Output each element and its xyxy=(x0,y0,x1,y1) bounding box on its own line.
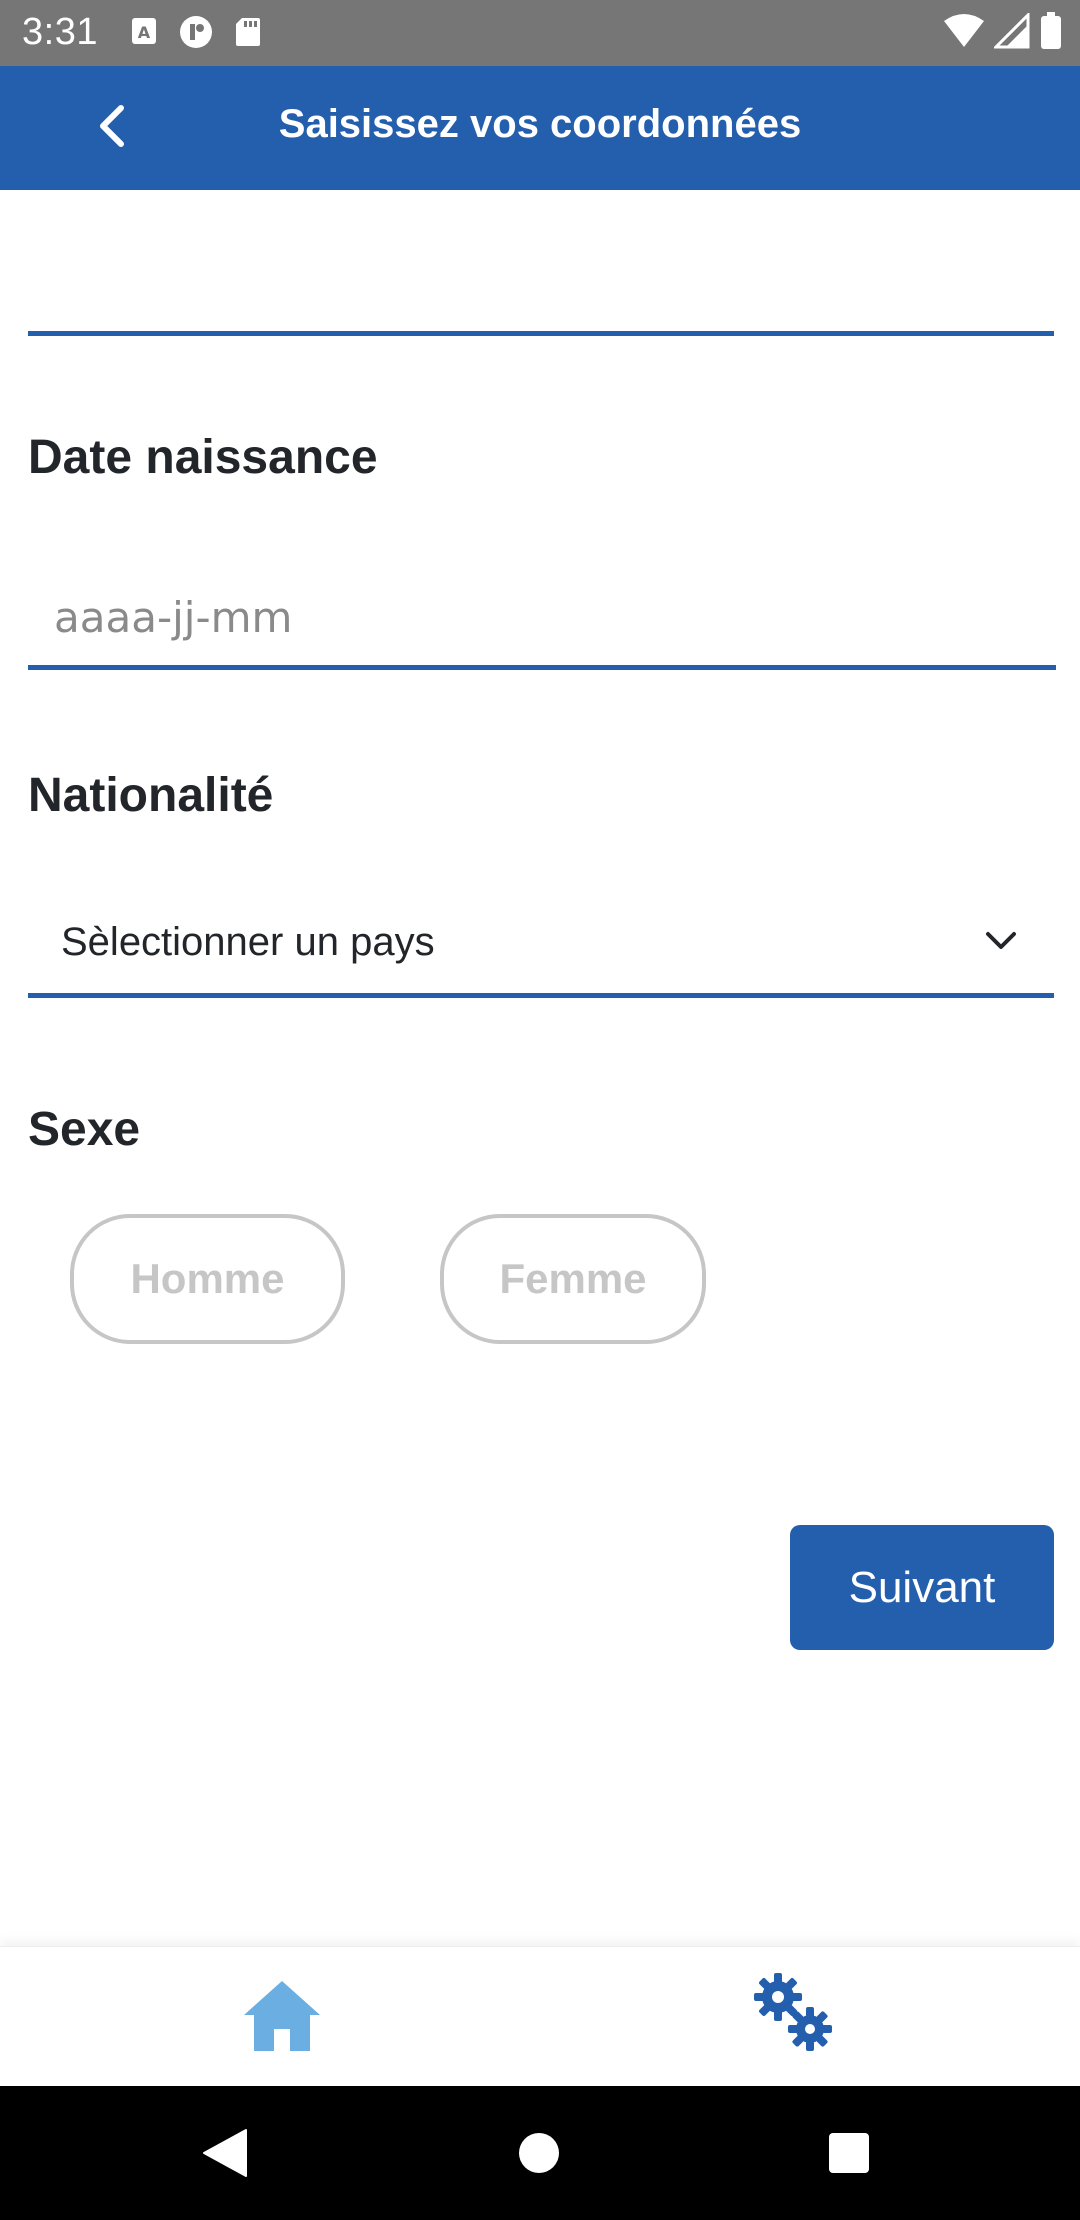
svg-text:A: A xyxy=(138,23,151,42)
status-icons-right xyxy=(944,11,1062,55)
gender-option-female[interactable]: Femme xyxy=(440,1214,706,1344)
status-icons-left: A xyxy=(130,14,262,55)
settings-gears-icon[interactable] xyxy=(748,1967,840,2059)
home-icon[interactable] xyxy=(240,1975,324,2059)
android-nav-bar xyxy=(0,2086,1080,2220)
bottom-nav xyxy=(0,1946,1080,2086)
signal-icon xyxy=(992,11,1030,54)
keyboard-a-icon: A xyxy=(130,16,158,53)
recents-square-icon[interactable] xyxy=(828,2132,870,2179)
country-select-value: Sèlectionner un pays xyxy=(61,920,435,964)
status-time: 3:31 xyxy=(22,11,98,53)
page-title: Saisissez vos coordonnées xyxy=(278,102,802,146)
media-icon xyxy=(178,14,214,55)
battery-icon xyxy=(1040,12,1062,55)
app-bar: Saisissez vos coordonnées xyxy=(0,66,1080,190)
home-circle-icon[interactable] xyxy=(518,2132,560,2179)
gender-option-male[interactable]: Homme xyxy=(70,1214,345,1344)
sd-card-icon xyxy=(234,16,262,53)
next-button[interactable]: Suivant xyxy=(790,1525,1054,1650)
sex-label: Sexe xyxy=(28,1103,141,1156)
birth-date-label: Date naissance xyxy=(28,431,378,484)
status-bar: 3:31 A xyxy=(0,0,1080,66)
birth-date-input[interactable] xyxy=(28,570,1056,670)
name-field-underline[interactable] xyxy=(28,226,1054,336)
country-select[interactable]: Sèlectionner un pays xyxy=(28,890,1054,998)
wifi-icon xyxy=(944,13,984,54)
chevron-down-icon xyxy=(984,930,1018,957)
back-triangle-icon[interactable] xyxy=(202,2128,248,2183)
nationality-label: Nationalité xyxy=(28,769,274,822)
